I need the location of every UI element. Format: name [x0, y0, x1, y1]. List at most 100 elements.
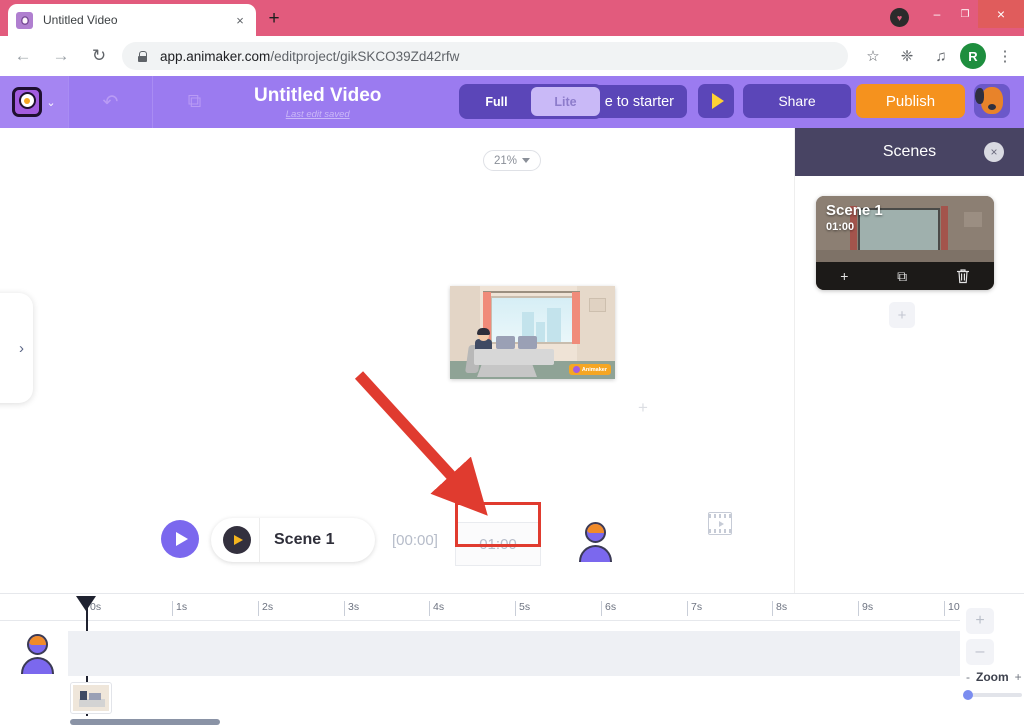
zoom-slider-knob[interactable] — [963, 690, 973, 700]
timeline-ruler[interactable]: 0s 1s 2s 3s 4s 5s 6s 7s 8s 9s 10 — [0, 594, 960, 621]
scene-play-button[interactable] — [161, 520, 199, 558]
timeline-horizontal-scrollbar[interactable] — [70, 719, 220, 725]
video-film-icon[interactable] — [708, 512, 732, 535]
scene-card-title: Scene 1 — [826, 202, 883, 219]
duplicate-icon: ⧉ — [187, 91, 202, 112]
close-icon[interactable]: × — [984, 142, 1004, 162]
zoom-out-button[interactable]: – — [966, 639, 994, 665]
mode-toggle[interactable]: Full Lite — [459, 84, 603, 119]
ruler-tick: 3s — [344, 601, 359, 616]
scene-control-bar: Scene 1 [00:00] 01:00 — [0, 500, 794, 590]
scene-pill-play-button[interactable] — [223, 526, 251, 554]
scene-card-duration: 01:00 — [826, 221, 855, 233]
ruler-tick: 9s — [858, 601, 873, 616]
animaker-favicon-icon — [16, 11, 33, 29]
add-scene-icon[interactable]: + — [840, 268, 848, 284]
zoom-slider-labels: - Zoom + — [966, 670, 1024, 684]
lock-icon — [136, 50, 148, 62]
publish-button[interactable]: Publish — [856, 84, 965, 118]
play-icon — [234, 535, 243, 545]
zoom-slider[interactable] — [963, 690, 1022, 700]
media-control-icon[interactable]: ♫ — [926, 41, 956, 71]
ruler-tick: 8s — [772, 601, 787, 616]
address-bar[interactable]: app.animaker.com/editproject/gikSKCO39Zd… — [122, 42, 848, 70]
save-status: Last edit saved — [285, 108, 350, 120]
zoom-plus-label[interactable]: + — [1015, 670, 1022, 684]
back-icon[interactable]: ← — [8, 41, 38, 71]
url-text: app.animaker.com/editproject/gikSKCO39Zd… — [160, 49, 459, 64]
canvas-preview[interactable]: Animaker — [450, 286, 615, 379]
bookmark-star-icon[interactable]: ☆ — [858, 41, 888, 71]
undo-button[interactable]: ↶ — [68, 76, 152, 128]
chevron-down-icon: ⌄ — [46, 96, 56, 109]
chevron-down-icon — [522, 158, 531, 163]
share-button[interactable]: Share — [743, 84, 851, 118]
user-avatar[interactable] — [974, 84, 1010, 118]
watermark: Animaker — [568, 364, 611, 375]
minimize-icon[interactable]: – — [922, 0, 952, 28]
new-tab-button[interactable]: + — [262, 8, 286, 32]
browser-menu-icon[interactable]: ⋮ — [990, 41, 1020, 71]
timeline-track-row[interactable] — [68, 631, 960, 676]
tab-title: Untitled Video — [43, 13, 118, 27]
reload-icon[interactable]: ↻ — [84, 41, 114, 71]
watermark-label: Animaker — [581, 366, 607, 373]
canvas-zoom-dropdown[interactable]: 21% — [483, 150, 541, 171]
extensions-puzzle-icon[interactable]: ❈ — [892, 41, 922, 71]
profile-avatar[interactable]: R — [960, 43, 986, 69]
project-title-block[interactable]: Untitled Video Last edit saved — [254, 85, 381, 120]
timeline: 0s 1s 2s 3s 4s 5s 6s 7s 8s 9s 10 + – - Z… — [0, 593, 1024, 728]
play-icon — [176, 532, 188, 546]
play-icon — [711, 93, 724, 109]
character-icon[interactable] — [576, 522, 614, 566]
animaker-logo-icon — [12, 87, 43, 117]
preview-play-button[interactable] — [698, 84, 734, 118]
canvas-stage[interactable]: 21% › Animaker + Scene 1 [00:00] 01:00 — [0, 128, 794, 593]
ruler-tick: 7s — [687, 601, 702, 616]
window-close-icon[interactable]: × — [978, 0, 1024, 28]
delete-scene-icon[interactable] — [956, 268, 970, 284]
animaker-logo-button[interactable]: ⌄ — [0, 76, 68, 128]
mode-lite-option[interactable]: Lite — [531, 87, 600, 116]
scene-card-actions: + ⧉ — [816, 262, 994, 290]
scene-duration-field[interactable]: 01:00 — [455, 522, 541, 566]
mode-full-option[interactable]: Full — [462, 87, 531, 116]
left-panel-expand-button[interactable]: › — [0, 293, 33, 403]
ruler-tick: 2s — [258, 601, 273, 616]
scenes-panel-header: Scenes × — [795, 128, 1024, 176]
app-root: Untitled Video × + ♥ – ❐ × ← → ↻ app.ani… — [0, 0, 1024, 728]
zoom-in-button[interactable]: + — [966, 608, 994, 634]
timeline-zoom-controls: + – - Zoom + — [963, 608, 1024, 700]
scene-name-label: Scene 1 — [274, 531, 335, 548]
duplicate-button[interactable]: ⧉ — [152, 76, 236, 128]
zoom-label: Zoom — [976, 670, 1009, 684]
scene-thumbnail-card[interactable]: Scene 1 01:00 + ⧉ — [816, 196, 994, 290]
add-scene-button[interactable]: + — [889, 302, 915, 328]
undo-icon: ↶ — [102, 91, 119, 113]
scene-start-time: [00:00] — [392, 532, 438, 549]
browser-toolbar: ← → ↻ app.animaker.com/editproject/gikSK… — [0, 36, 1024, 76]
scene-selector-pill[interactable]: Scene 1 — [211, 518, 375, 562]
maximize-icon[interactable]: ❐ — [950, 0, 980, 28]
timeline-clip[interactable] — [70, 682, 112, 714]
url-domain: app.animaker.com — [160, 48, 271, 64]
ruler-tick: 4s — [429, 601, 444, 616]
track-character-icon[interactable] — [18, 634, 56, 678]
scenes-panel-title: Scenes — [882, 143, 937, 160]
add-element-marker-icon[interactable]: + — [638, 398, 648, 418]
browser-tab[interactable]: Untitled Video × — [8, 4, 256, 36]
ruler-tick: 6s — [601, 601, 616, 616]
zoom-level-value: 21% — [493, 154, 518, 167]
duplicate-scene-icon[interactable]: ⧉ — [897, 268, 907, 285]
url-path: /editproject/gikSKCO39Zd42rfw — [270, 48, 460, 64]
ruler-tick: 5s — [515, 601, 530, 616]
wall-picture — [589, 298, 606, 312]
zoom-minus-label[interactable]: - — [966, 670, 970, 684]
chevron-right-icon: › — [19, 339, 24, 357]
scenes-panel: Scenes × Scene 1 01:00 + ⧉ + — [794, 128, 1024, 593]
close-icon[interactable]: × — [232, 12, 248, 28]
ruler-tick: 1s — [172, 601, 187, 616]
browser-tab-strip: Untitled Video × + ♥ – ❐ × — [0, 0, 1024, 36]
forward-icon[interactable]: → — [46, 41, 76, 71]
heart-icon[interactable]: ♥ — [890, 8, 909, 27]
